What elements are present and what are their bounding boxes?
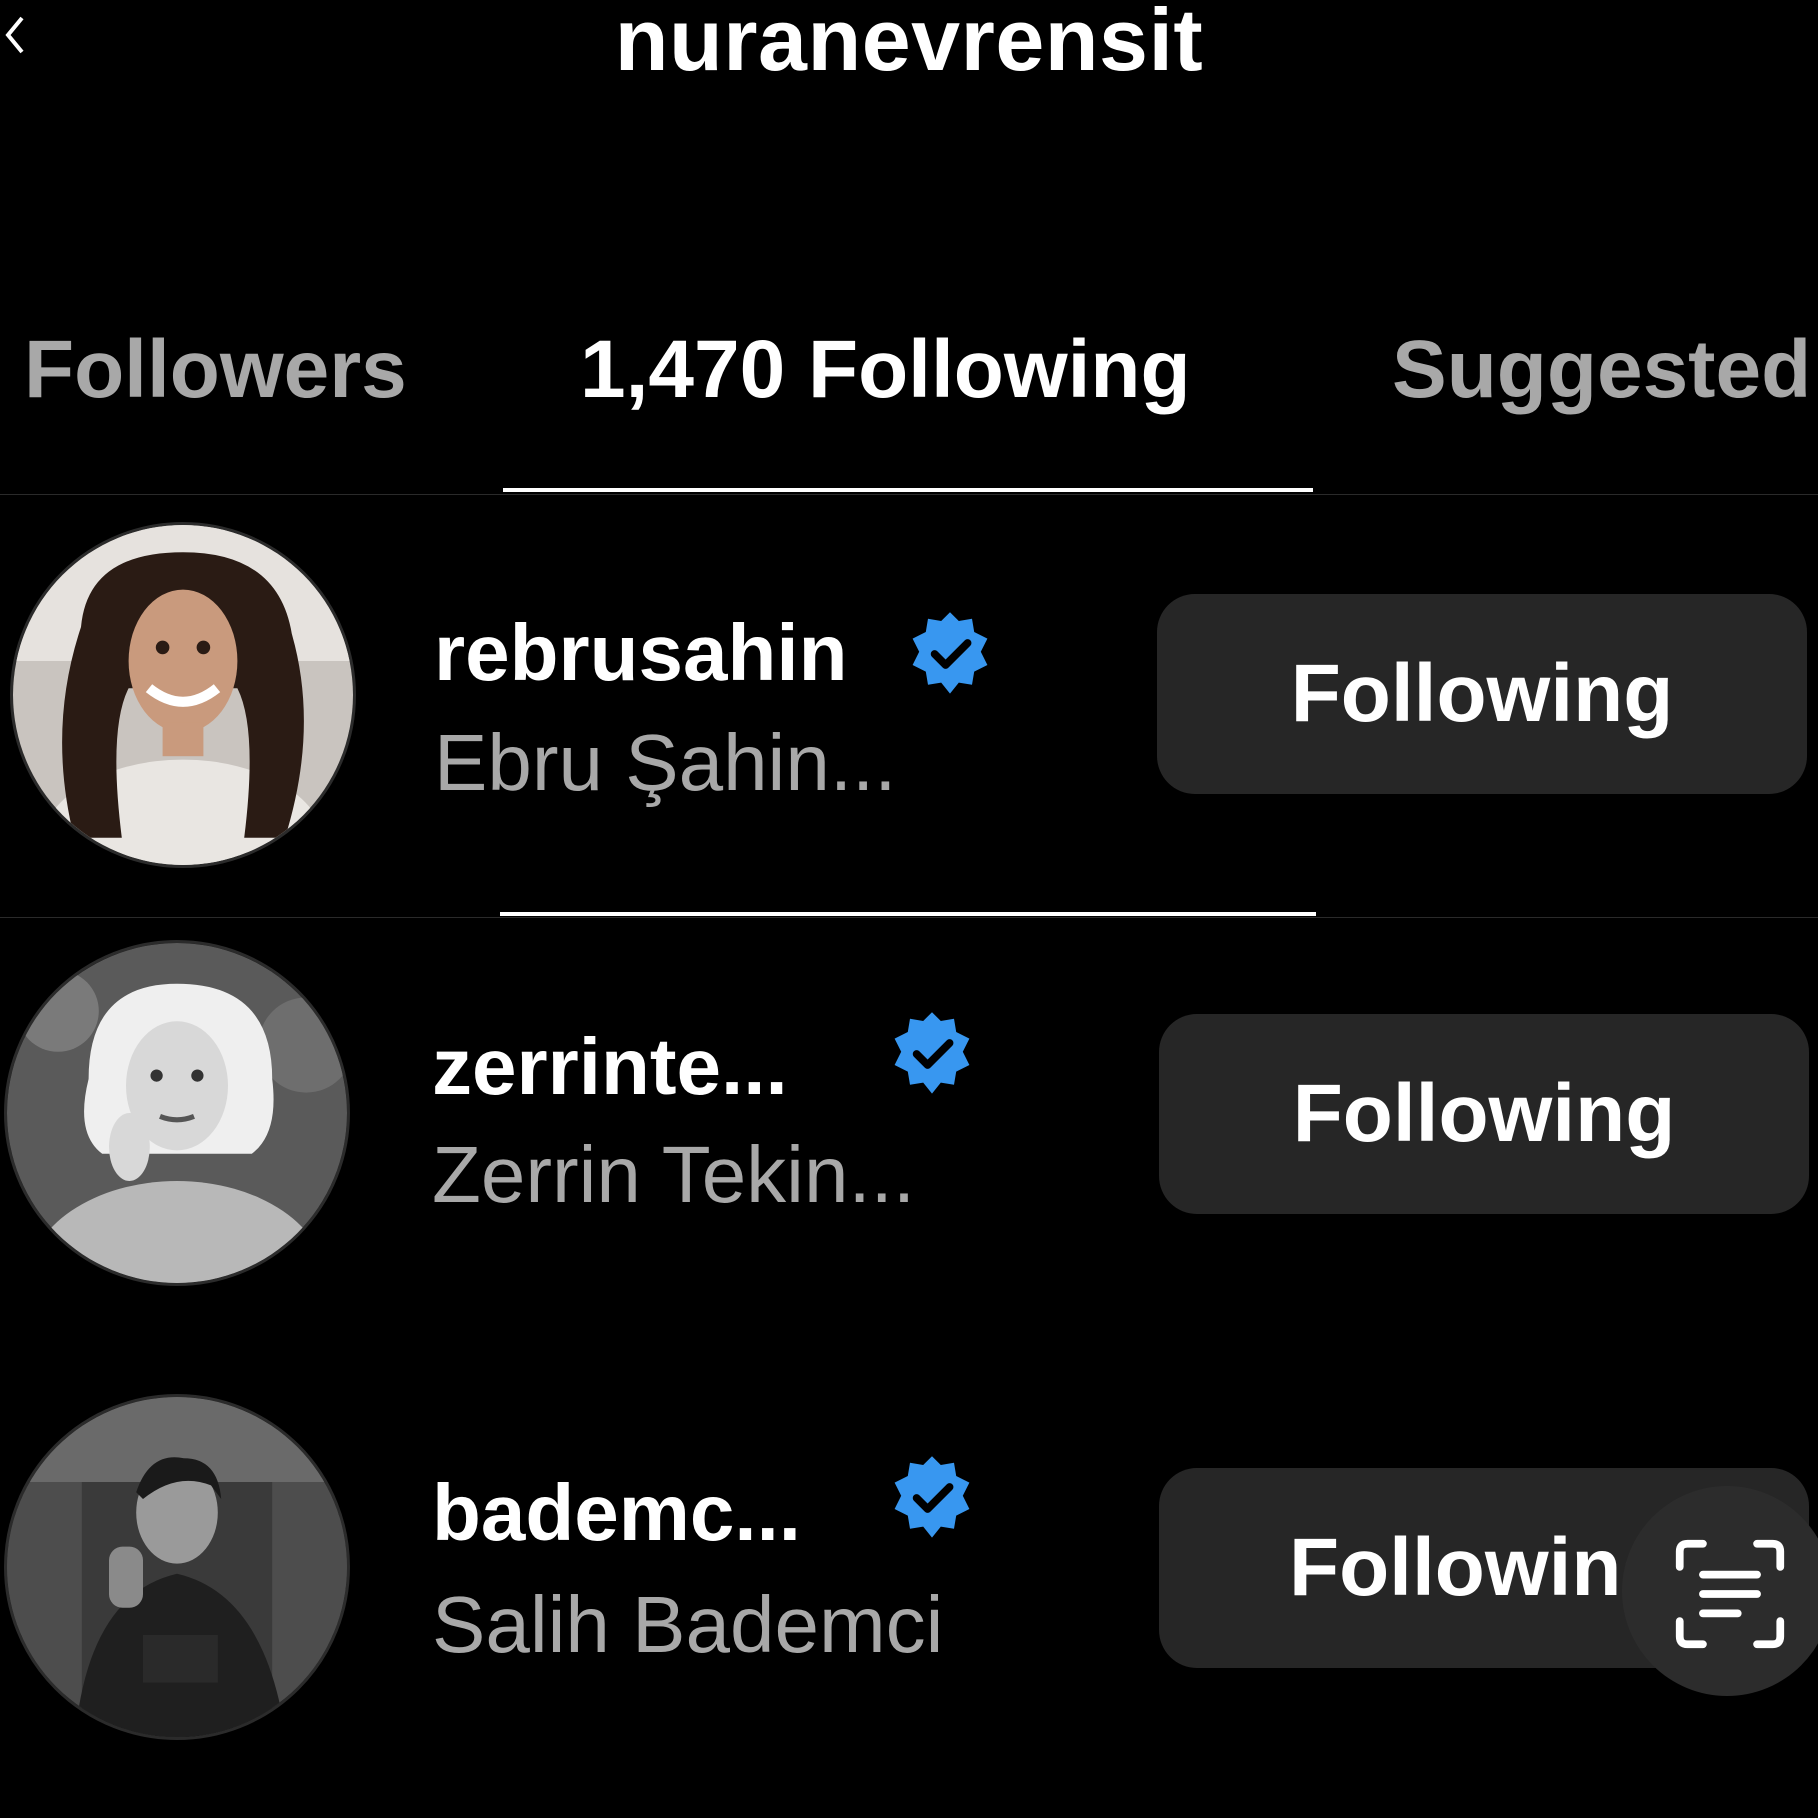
- list-item[interactable]: rebrusahin Ebru Şahin... Following: [0, 518, 1818, 878]
- full-name: Ebru Şahin...: [434, 718, 897, 807]
- verified-badge-icon: [894, 1456, 970, 1538]
- username[interactable]: zerrinte...: [432, 1022, 788, 1112]
- tab-bar: Followers 1,470 Following Suggested: [0, 290, 1818, 420]
- full-name: Salih Bademci: [432, 1580, 944, 1669]
- tab-followers[interactable]: Followers: [24, 320, 407, 420]
- tab-following[interactable]: 1,470 Following: [580, 320, 1191, 420]
- list-item[interactable]: bademc... Salih Bademci Following: [0, 1390, 1818, 1750]
- username[interactable]: rebrusahin: [434, 608, 847, 698]
- row-divider: [0, 917, 1818, 918]
- text-scan-icon: [1675, 1539, 1785, 1649]
- avatar[interactable]: [4, 940, 350, 1286]
- following-button[interactable]: Following: [1157, 594, 1807, 794]
- following-button[interactable]: Following: [1159, 1014, 1809, 1214]
- profile-username-title: nuranevrensit: [614, 0, 1204, 89]
- active-tab-indicator: [503, 488, 1313, 492]
- row-separator-highlight: [500, 912, 1316, 916]
- verified-badge-icon: [894, 1012, 970, 1094]
- username[interactable]: bademc...: [432, 1468, 801, 1558]
- avatar[interactable]: [10, 522, 356, 868]
- tab-suggested[interactable]: Suggested: [1392, 320, 1811, 420]
- tabs-divider: [0, 494, 1818, 495]
- header-spacer: [0, 160, 1818, 220]
- list-item[interactable]: zerrinte... Zerrin Tekin... Following: [0, 938, 1818, 1298]
- full-name: Zerrin Tekin...: [432, 1130, 916, 1219]
- verified-badge-icon: [912, 612, 988, 694]
- text-scan-button[interactable]: [1622, 1486, 1818, 1696]
- avatar[interactable]: [4, 1394, 350, 1740]
